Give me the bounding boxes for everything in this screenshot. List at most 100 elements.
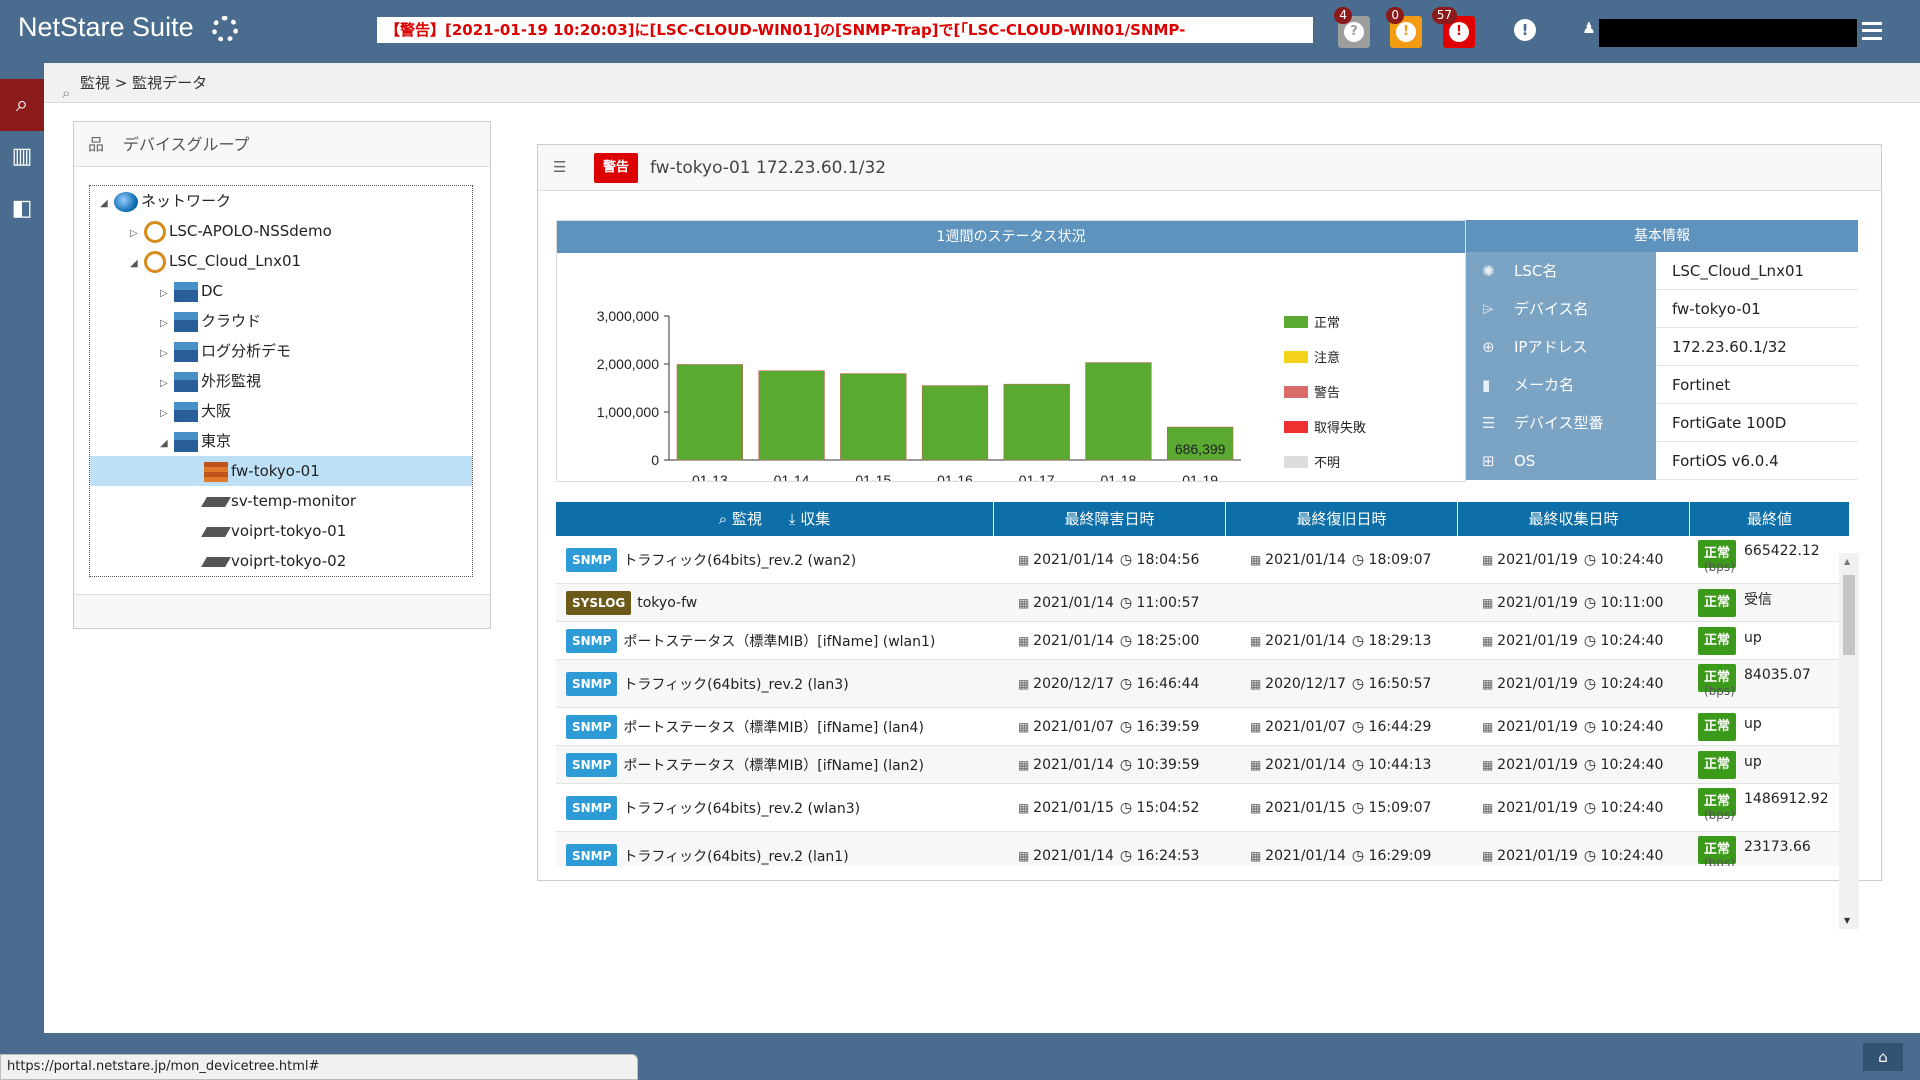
scroll-down-icon[interactable]: ▼ bbox=[1844, 916, 1850, 925]
value-unit: (bps) bbox=[1704, 684, 1735, 698]
monitor-tab[interactable]: 監視 bbox=[732, 510, 762, 528]
menu-icon[interactable] bbox=[1862, 22, 1882, 40]
col-last-recovery[interactable]: 最終復旧日時 bbox=[1226, 502, 1458, 536]
legend-swatch bbox=[1284, 386, 1308, 398]
tree-node-label: LSC-APOLO-NSSdemo bbox=[169, 222, 332, 240]
home-icon[interactable]: ⌂ bbox=[1863, 1043, 1903, 1071]
x-tick-label: 01-13 bbox=[692, 472, 728, 481]
table-row[interactable]: SNMPポートステータス（標準MIB）[ifName] (lan2)2021/0… bbox=[556, 746, 1850, 784]
bar[interactable] bbox=[758, 370, 825, 461]
type-badge: SNMP bbox=[566, 714, 618, 739]
last-value: 受信 bbox=[1744, 592, 1772, 608]
time-text: 10:24:40 bbox=[1584, 719, 1664, 735]
alert-ticker[interactable]: 【警告】[2021-01-19 10:20:03]に[LSC-CLOUD-WIN… bbox=[377, 17, 1313, 43]
col-last-failure[interactable]: 最終障害日時 bbox=[994, 502, 1226, 536]
tree-node[interactable]: ▷ ログ分析デモ bbox=[90, 336, 472, 366]
tree-node[interactable]: ◢ ネットワーク bbox=[90, 186, 472, 216]
datetime-cell: 2021/01/14 18:29:13 bbox=[1226, 622, 1458, 659]
expand-icon[interactable]: ▷ bbox=[160, 369, 174, 399]
user-name-redacted[interactable] bbox=[1599, 19, 1857, 47]
question-icon[interactable]: ? 4 bbox=[1334, 7, 1370, 48]
expand-icon[interactable]: ▷ bbox=[130, 219, 144, 249]
tree-node[interactable]: ▷ 外形監視 bbox=[90, 366, 472, 396]
monitor-collect-header[interactable]: ⌕ 監視 ⤓ 収集 bbox=[556, 502, 994, 536]
value-wrap: 665422.12 (bps) bbox=[1704, 540, 1820, 575]
tree-node[interactable]: ◢ 東京 bbox=[90, 426, 472, 456]
collect-tab[interactable]: 収集 bbox=[800, 510, 830, 528]
monitor-name[interactable]: トラフィック(64bits)_rev.2 (lan1) bbox=[623, 846, 848, 866]
date-text: 2021/01/19 bbox=[1482, 676, 1578, 692]
table-row[interactable]: SNMPトラフィック(64bits)_rev.2 (wlan3)2021/01/… bbox=[556, 784, 1850, 832]
value-unit: (bps) bbox=[1704, 856, 1735, 866]
bar[interactable] bbox=[1085, 362, 1152, 461]
search-icon[interactable]: ⌕ bbox=[0, 79, 56, 131]
error-icon[interactable]: ! 57 bbox=[1431, 7, 1475, 48]
table-row[interactable]: SNMPトラフィック(64bits)_rev.2 (lan1)2021/01/1… bbox=[556, 832, 1850, 866]
tree-node[interactable]: ▷ LSC-APOLO-NSSdemo bbox=[90, 216, 472, 246]
expand-icon[interactable]: ◢ bbox=[130, 249, 144, 279]
expand-icon[interactable]: ◢ bbox=[160, 429, 174, 459]
y-tick-label: 2,000,000 bbox=[597, 356, 659, 372]
legend-label[interactable]: 不明 bbox=[1314, 455, 1340, 470]
list-icon[interactable]: ☰ bbox=[553, 158, 566, 176]
type-badge: SNMP bbox=[566, 752, 618, 777]
tree-node[interactable]: ▷ 大阪 bbox=[90, 396, 472, 426]
bar[interactable] bbox=[1003, 383, 1070, 461]
legend-label[interactable]: 正常 bbox=[1314, 315, 1340, 330]
bar[interactable] bbox=[921, 385, 989, 461]
tree-node[interactable]: voiprt-tokyo-02 bbox=[90, 546, 472, 576]
monitor-name[interactable]: tokyo-fw bbox=[637, 595, 697, 611]
table-row[interactable]: SNMPトラフィック(64bits)_rev.2 (lan3)2020/12/1… bbox=[556, 660, 1850, 708]
legend-label[interactable]: 警告 bbox=[1314, 385, 1340, 400]
srv-icon bbox=[201, 496, 231, 507]
x-tick-label: 01-17 bbox=[1019, 472, 1055, 481]
tree-node[interactable]: ◢ LSC_Cloud_Lnx01 bbox=[90, 246, 472, 276]
info-icon[interactable]: ! bbox=[1513, 19, 1537, 43]
app-title[interactable]: NetStare Suite bbox=[18, 12, 194, 43]
table-row[interactable]: SNMPトラフィック(64bits)_rev.2 (wan2)2021/01/1… bbox=[556, 536, 1850, 584]
col-last-collected[interactable]: 最終収集日時 bbox=[1458, 502, 1690, 536]
time-text: 10:24:40 bbox=[1584, 633, 1664, 649]
table-scrollbar[interactable]: ▲ ▼ bbox=[1839, 553, 1859, 929]
monitor-name[interactable]: トラフィック(64bits)_rev.2 (lan3) bbox=[623, 674, 848, 694]
status-bar-url: https://portal.netstare.jp/mon_devicetre… bbox=[0, 1054, 638, 1080]
table-row[interactable]: SNMPポートステータス（標準MIB）[ifName] (lan4)2021/0… bbox=[556, 708, 1850, 746]
tree-node[interactable]: ▷ DC bbox=[90, 276, 472, 306]
detail-header: ☰ 警告 fw-tokyo-01 172.23.60.1/32 bbox=[538, 145, 1881, 191]
bar-chart: 3,000,000 2,000,000 1,000,000 0 01-13 01-14 01… bbox=[597, 308, 1366, 481]
expand-icon[interactable]: ▷ bbox=[160, 339, 174, 369]
table-row[interactable]: SYSLOGtokyo-fw2021/01/1411:00:572021/01/… bbox=[556, 584, 1850, 622]
user-icon[interactable]: ♟ bbox=[1577, 19, 1601, 43]
table-row[interactable]: SNMPポートステータス（標準MIB）[ifName] (wlan1)2021/… bbox=[556, 622, 1850, 660]
status-badge: 正常 bbox=[1698, 627, 1736, 655]
monitor-name[interactable]: トラフィック(64bits)_rev.2 (wlan3) bbox=[623, 798, 860, 818]
warning-icon[interactable]: ! 0 bbox=[1386, 7, 1422, 48]
expand-icon[interactable]: ▷ bbox=[160, 399, 174, 429]
chart-icon[interactable]: ▥ bbox=[0, 131, 44, 183]
value-wrap: 1486912.92 (bps) bbox=[1704, 788, 1829, 823]
tree-node[interactable]: sv-temp-monitor bbox=[90, 486, 472, 516]
book-icon[interactable]: ◧ bbox=[0, 183, 44, 235]
bar[interactable] bbox=[676, 364, 743, 461]
value-cell: 正常 23173.66 (bps) bbox=[1690, 832, 1850, 866]
tree-node[interactable]: ▷ クラウド bbox=[90, 306, 472, 336]
monitor-name[interactable]: トラフィック(64bits)_rev.2 (wan2) bbox=[623, 550, 856, 570]
monitor-name[interactable]: ポートステータス（標準MIB）[ifName] (wlan1) bbox=[623, 631, 935, 651]
expand-icon[interactable]: ▷ bbox=[160, 279, 174, 309]
breadcrumb-text[interactable]: 監視 > 監視データ bbox=[80, 74, 207, 92]
tree-node[interactable]: fw-tokyo-01 bbox=[90, 456, 472, 486]
legend-label[interactable]: 取得失敗 bbox=[1314, 420, 1366, 435]
tree-node-label: クラウド bbox=[201, 312, 262, 330]
legend-label[interactable]: 注意 bbox=[1314, 350, 1340, 365]
monitor-name[interactable]: ポートステータス（標準MIB）[ifName] (lan4) bbox=[623, 717, 923, 737]
monitor-name[interactable]: ポートステータス（標準MIB）[ifName] (lan2) bbox=[623, 755, 923, 775]
monitor-cell: SNMP トラフィック(64bits)_rev.2 (lan1) bbox=[556, 832, 994, 866]
scroll-up-icon[interactable]: ▲ bbox=[1844, 557, 1850, 566]
expand-icon[interactable]: ▷ bbox=[160, 309, 174, 339]
bar[interactable] bbox=[840, 373, 907, 461]
error-icon-glyph: ! bbox=[1449, 22, 1469, 42]
expand-icon[interactable]: ◢ bbox=[100, 189, 114, 219]
col-last-value[interactable]: 最終値 bbox=[1690, 502, 1850, 536]
scroll-thumb[interactable] bbox=[1843, 575, 1855, 655]
tree-node[interactable]: voiprt-tokyo-01 bbox=[90, 516, 472, 546]
